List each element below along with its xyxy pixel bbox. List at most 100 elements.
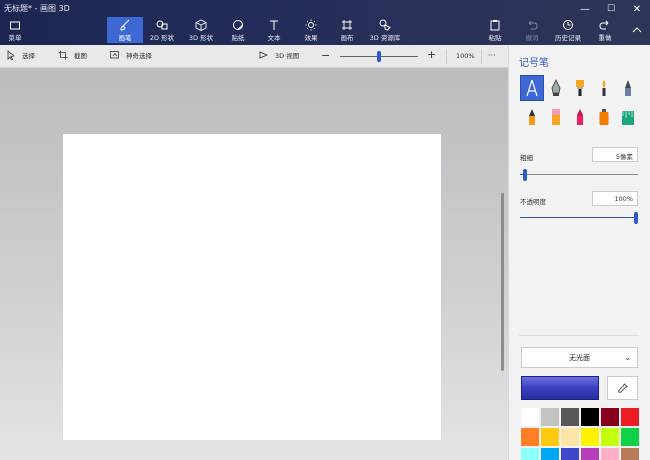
tab-brushes[interactable]: 画笔 bbox=[107, 17, 143, 43]
redo-icon bbox=[599, 20, 609, 30]
pencil-icon bbox=[529, 109, 535, 125]
chevron-down-icon: ⌄ bbox=[624, 353, 631, 362]
color-swatch[interactable] bbox=[580, 427, 600, 447]
color-swatch[interactable] bbox=[580, 447, 600, 460]
eraser-icon bbox=[552, 109, 560, 125]
select-label: 选择 bbox=[22, 52, 35, 60]
color-swatch[interactable] bbox=[540, 407, 560, 427]
panel-title: 记号笔 bbox=[519, 58, 549, 69]
oil-brush[interactable] bbox=[569, 76, 591, 100]
brush-icon bbox=[120, 19, 130, 31]
tab-canvas[interactable]: 画布 bbox=[329, 17, 365, 43]
watercolor-brush[interactable] bbox=[593, 76, 615, 100]
paste-button[interactable]: 粘贴 bbox=[477, 17, 513, 43]
opacity-label: 不透明度 bbox=[520, 198, 546, 206]
toolbar-divider bbox=[446, 49, 447, 64]
crop-label: 截图 bbox=[74, 52, 87, 60]
color-swatch[interactable] bbox=[580, 407, 600, 427]
zoom-slider-thumb[interactable] bbox=[377, 51, 381, 62]
2d-shapes-icon bbox=[156, 20, 168, 30]
spray-can-icon bbox=[599, 109, 609, 125]
slider-fill bbox=[520, 217, 636, 218]
maximize-button[interactable]: ☐ bbox=[598, 0, 624, 18]
undo-label: 撤消 bbox=[525, 34, 539, 42]
tab-text[interactable]: 文本 bbox=[256, 17, 292, 43]
color-swatch[interactable] bbox=[560, 427, 580, 447]
thickness-slider[interactable] bbox=[520, 169, 638, 181]
color-swatch[interactable] bbox=[560, 447, 580, 460]
crop-button[interactable]: 截图 bbox=[58, 50, 87, 60]
opacity-input[interactable]: 100% bbox=[592, 191, 638, 206]
more-options-button[interactable]: ··· bbox=[488, 51, 496, 60]
folder-icon bbox=[10, 21, 20, 30]
finish-value: 无光面 bbox=[569, 353, 590, 362]
paste-label: 粘贴 bbox=[488, 34, 502, 42]
color-palette bbox=[520, 407, 640, 460]
opacity-slider[interactable] bbox=[520, 212, 638, 224]
tab-label: 3D 资源库 bbox=[369, 34, 401, 42]
zoom-in-button[interactable]: + bbox=[427, 48, 436, 61]
tab-effects[interactable]: 效果 bbox=[293, 17, 329, 43]
calligraphy-pen-icon bbox=[551, 79, 561, 96]
pencil-brush[interactable] bbox=[521, 105, 543, 129]
spray-can-brush[interactable] bbox=[593, 105, 615, 129]
fill-brush[interactable] bbox=[617, 105, 639, 129]
opacity-slider-thumb[interactable] bbox=[634, 212, 638, 224]
chevron-up-icon bbox=[632, 27, 642, 33]
close-button[interactable]: ✕ bbox=[624, 0, 650, 18]
tab-3d-library[interactable]: 3D 资源库 bbox=[365, 17, 405, 43]
tab-2d-shapes[interactable]: 2D 形状 bbox=[143, 17, 181, 43]
current-color-swatch[interactable] bbox=[521, 376, 599, 400]
minimize-button[interactable]: — bbox=[572, 0, 598, 18]
cursor-icon bbox=[7, 50, 15, 60]
magic-select-label: 神奇选择 bbox=[126, 52, 152, 60]
color-swatch[interactable] bbox=[560, 407, 580, 427]
vertical-scrollbar[interactable] bbox=[501, 193, 504, 371]
color-swatch[interactable] bbox=[520, 427, 540, 447]
marker-icon bbox=[526, 79, 538, 97]
zoom-percentage[interactable]: 100% bbox=[456, 52, 475, 60]
marker-brush[interactable] bbox=[520, 75, 544, 101]
select-button[interactable]: 选择 bbox=[6, 50, 35, 60]
calligraphy-pen-brush[interactable] bbox=[545, 76, 567, 100]
pixel-pen-brush[interactable] bbox=[617, 76, 639, 100]
menu-button[interactable]: 菜单 bbox=[0, 17, 30, 43]
thickness-input[interactable]: 5像素 bbox=[592, 147, 638, 162]
plus-icon: + bbox=[427, 48, 437, 61]
3d-view-button[interactable]: 3D 视图 bbox=[259, 50, 299, 60]
crayon-brush[interactable] bbox=[569, 105, 591, 129]
color-swatch[interactable] bbox=[520, 407, 540, 427]
eyedropper-icon bbox=[618, 382, 628, 393]
color-swatch[interactable] bbox=[600, 427, 620, 447]
secondary-toolbar: 选择 截图 神奇选择 3D 视图 − + 100% ··· bbox=[0, 45, 508, 68]
history-label: 历史记录 bbox=[555, 34, 581, 42]
history-button[interactable]: 历史记录 bbox=[550, 17, 586, 43]
tab-3d-shapes[interactable]: 3D 形状 bbox=[182, 17, 220, 43]
magic-select-button[interactable]: 神奇选择 bbox=[110, 50, 152, 60]
finish-dropdown[interactable]: 无光面 ⌄ bbox=[521, 347, 638, 368]
color-swatch[interactable] bbox=[540, 447, 560, 460]
color-swatch[interactable] bbox=[520, 447, 540, 460]
eyedropper-button[interactable] bbox=[607, 376, 638, 400]
redo-label: 重做 bbox=[598, 34, 612, 42]
redo-button[interactable]: 重做 bbox=[587, 17, 623, 43]
collapse-ribbon-button[interactable] bbox=[625, 17, 649, 43]
oil-brush-icon bbox=[576, 80, 584, 96]
color-swatch[interactable] bbox=[600, 407, 620, 427]
zoom-slider[interactable] bbox=[340, 51, 418, 62]
eraser-brush[interactable] bbox=[545, 105, 567, 129]
tab-stickers[interactable]: 贴纸 bbox=[220, 17, 256, 43]
undo-button[interactable]: 撤消 bbox=[514, 17, 550, 43]
color-swatch[interactable] bbox=[540, 427, 560, 447]
zoom-out-button[interactable]: − bbox=[321, 49, 330, 62]
color-swatch[interactable] bbox=[620, 447, 640, 460]
color-swatch[interactable] bbox=[620, 407, 640, 427]
undo-icon bbox=[528, 20, 538, 30]
color-swatch[interactable] bbox=[620, 427, 640, 447]
thickness-label: 粗细 bbox=[520, 154, 533, 162]
tab-label: 贴纸 bbox=[231, 34, 245, 42]
drawing-canvas[interactable] bbox=[63, 134, 441, 440]
tab-label: 文本 bbox=[267, 34, 281, 42]
thickness-slider-thumb[interactable] bbox=[523, 169, 527, 181]
color-swatch[interactable] bbox=[600, 447, 620, 460]
